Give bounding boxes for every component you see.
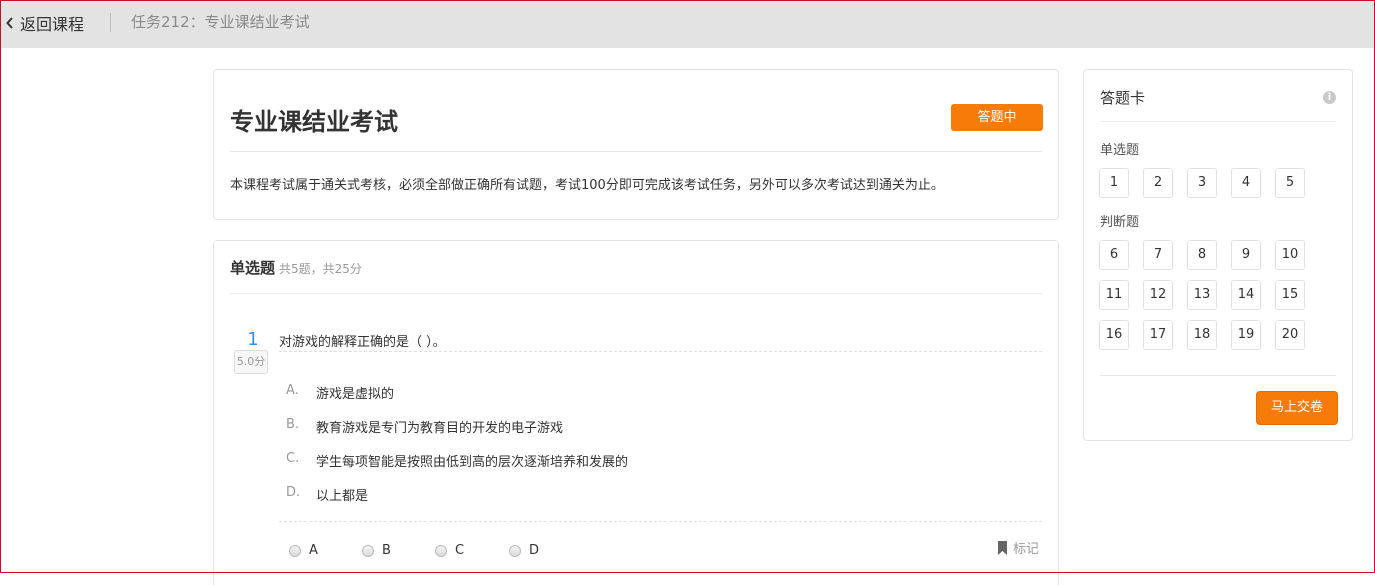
group-label-single-choice: 单选题: [1100, 143, 1140, 158]
radio-label: A: [309, 543, 318, 558]
question-stem: 对游戏的解释正确的是（ ）。: [279, 335, 446, 350]
option-text: 以上都是: [316, 489, 369, 504]
answer-radio-b[interactable]: B: [362, 543, 391, 558]
divider: [1100, 121, 1336, 122]
question-nav-button-2[interactable]: 2: [1143, 168, 1173, 198]
submit-exam-button[interactable]: 马上交卷: [1256, 391, 1338, 425]
question-nav-button-20[interactable]: 20: [1275, 320, 1305, 350]
option-letter: C.: [286, 451, 300, 466]
question-nav-button-15[interactable]: 15: [1275, 280, 1305, 310]
option-d: D. 以上都是: [286, 485, 368, 504]
option-text: 学生每项智能是按照由低到高的层次逐渐培养和发展的: [316, 455, 629, 470]
question-nav-button-16[interactable]: 16: [1099, 320, 1129, 350]
option-text: 教育游戏是专门为教育目的开发的电子游戏: [316, 421, 564, 436]
back-to-course-link[interactable]: 返回课程: [6, 12, 84, 34]
radio-circle-icon: [362, 544, 374, 557]
option-text: 游戏是虚拟的: [316, 387, 395, 402]
question-nav-button-7[interactable]: 7: [1143, 240, 1173, 270]
radio-label: B: [382, 543, 391, 558]
dashed-divider: [279, 521, 1042, 522]
question-nav-button-17[interactable]: 17: [1143, 320, 1173, 350]
question-nav-button-19[interactable]: 19: [1231, 320, 1261, 350]
group-label-true-false: 判断题: [1100, 215, 1140, 230]
exam-intro-panel: 专业课结业考试 答题中 本课程考试属于通关式考核，必须全部做正确所有试题，考试1…: [213, 69, 1059, 220]
question-score: 5.0分: [234, 350, 268, 374]
question-nav-button-11[interactable]: 11: [1099, 280, 1129, 310]
question-nav-button-4[interactable]: 4: [1231, 168, 1261, 198]
question-nav-button-10[interactable]: 10: [1275, 240, 1305, 270]
status-badge: 答题中: [951, 104, 1043, 131]
back-label: 返回课程: [20, 15, 85, 34]
radio-circle-icon: [435, 544, 447, 557]
question-nav-button-18[interactable]: 18: [1187, 320, 1217, 350]
question-panel: 单选题 共5题，共25分 1 5.0分 对游戏的解释正确的是（ ）。 A. 游戏…: [213, 240, 1059, 585]
radio-circle-icon: [289, 544, 301, 557]
question-nav-button-14[interactable]: 14: [1231, 280, 1261, 310]
top-bar: 返回课程 任务212：专业课结业考试: [0, 0, 1375, 48]
dashed-divider: [279, 351, 1042, 352]
option-b: B. 教育游戏是专门为教育目的开发的电子游戏: [286, 417, 563, 436]
mark-question-button[interactable]: 标记: [997, 538, 1039, 557]
question-nav-button-6[interactable]: 6: [1099, 240, 1129, 270]
question-nav-button-3[interactable]: 3: [1187, 168, 1217, 198]
question-nav-button-9[interactable]: 9: [1231, 240, 1261, 270]
section-name: 单选题: [230, 259, 276, 277]
answer-card-title: 答题卡: [1100, 89, 1146, 107]
question-nav-button-1[interactable]: 1: [1099, 168, 1129, 198]
task-title: 任务212：专业课结业考试: [131, 13, 310, 31]
divider: [230, 151, 1042, 152]
chevron-left-icon: [6, 17, 13, 29]
option-letter: A.: [286, 383, 299, 398]
radio-label: D: [529, 543, 540, 558]
bookmark-icon: [998, 540, 1007, 555]
exam-title: 专业课结业考试: [230, 108, 398, 136]
answer-radio-a[interactable]: A: [289, 543, 318, 558]
question-nav-button-8[interactable]: 8: [1187, 240, 1217, 270]
radio-label: C: [455, 543, 465, 558]
answer-radio-d[interactable]: D: [509, 543, 539, 558]
info-icon[interactable]: i: [1323, 91, 1336, 104]
answer-card: 答题卡 i 单选题 判断题 马上交卷 1 2 3 4 5 6 7 8 9 10 11 12 13 14 15…: [1083, 69, 1353, 441]
question-nav-button-12[interactable]: 12: [1143, 280, 1173, 310]
answer-radio-c[interactable]: C: [435, 543, 464, 558]
section-header: 单选题 共5题，共25分: [230, 257, 362, 278]
exam-description: 本课程考试属于通关式考核，必须全部做正确所有试题，考试100分即可完成该考试任务…: [230, 178, 944, 193]
option-letter: D.: [286, 485, 301, 500]
radio-circle-icon: [509, 544, 521, 557]
option-a: A. 游戏是虚拟的: [286, 383, 394, 402]
question-nav-button-5[interactable]: 5: [1275, 168, 1305, 198]
divider: [230, 293, 1042, 294]
option-letter: B.: [286, 417, 300, 432]
divider: [1100, 375, 1336, 376]
top-divider: [110, 13, 111, 32]
mark-label: 标记: [1013, 542, 1040, 557]
question-nav-button-13[interactable]: 13: [1187, 280, 1217, 310]
option-c: C. 学生每项智能是按照由低到高的层次逐渐培养和发展的: [286, 451, 628, 470]
section-meta: 共5题，共25分: [279, 262, 362, 276]
question-number: 1: [247, 329, 259, 350]
